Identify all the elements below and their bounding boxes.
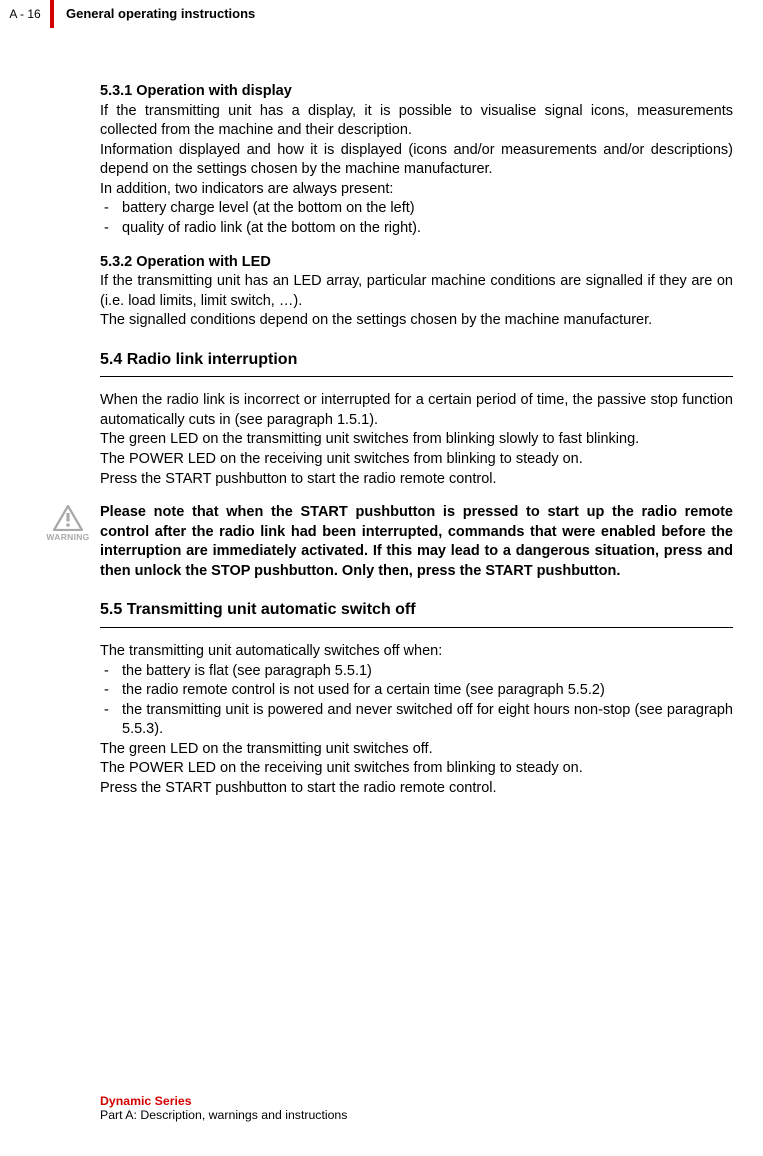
page-number: A - 16 [0, 0, 50, 28]
list-item: the transmitting unit is powered and nev… [100, 701, 733, 740]
warning-icon: WARNING [46, 505, 90, 543]
heading-5-5: 5.5 Transmitting unit automatic switch o… [100, 599, 733, 628]
paragraph: The transmitting unit automatically swit… [100, 642, 733, 662]
paragraph: The POWER LED on the receiving unit swit… [100, 450, 733, 470]
heading-5-4: 5.4 Radio link interruption [100, 349, 733, 378]
paragraph: The green LED on the transmitting unit s… [100, 430, 733, 450]
page-content: 5.3.1 Operation with display If the tran… [100, 82, 733, 799]
paragraph: If the transmitting unit has an LED arra… [100, 272, 733, 311]
header-title: General operating instructions [54, 0, 255, 28]
page-header: A - 16 General operating instructions [0, 0, 763, 28]
bullet-list: battery charge level (at the bottom on t… [100, 199, 733, 238]
bullet-list: the battery is flat (see paragraph 5.5.1… [100, 662, 733, 740]
warning-text: Please note that when the START pushbutt… [100, 503, 733, 581]
paragraph: In addition, two indicators are always p… [100, 180, 733, 200]
footer-series: Dynamic Series [100, 1094, 347, 1108]
paragraph: Press the START pushbutton to start the … [100, 779, 733, 799]
heading-5-3-1: 5.3.1 Operation with display [100, 82, 733, 102]
list-item: the radio remote control is not used for… [100, 681, 733, 701]
heading-5-3-2: 5.3.2 Operation with LED [100, 253, 733, 273]
warning-block: WARNING Please note that when the START … [100, 503, 733, 581]
paragraph: The signalled conditions depend on the s… [100, 311, 733, 331]
paragraph: Press the START pushbutton to start the … [100, 470, 733, 490]
list-item: battery charge level (at the bottom on t… [100, 199, 733, 219]
paragraph: If the transmitting unit has a display, … [100, 102, 733, 141]
paragraph: Information displayed and how it is disp… [100, 141, 733, 180]
page-footer: Dynamic Series Part A: Description, warn… [100, 1094, 347, 1122]
warning-label: WARNING [46, 532, 90, 543]
list-item: quality of radio link (at the bottom on … [100, 219, 733, 239]
footer-part: Part A: Description, warnings and instru… [100, 1108, 347, 1122]
paragraph: The POWER LED on the receiving unit swit… [100, 759, 733, 779]
list-item: the battery is flat (see paragraph 5.5.1… [100, 662, 733, 682]
paragraph: The green LED on the transmitting unit s… [100, 740, 733, 760]
paragraph: When the radio link is incorrect or inte… [100, 391, 733, 430]
